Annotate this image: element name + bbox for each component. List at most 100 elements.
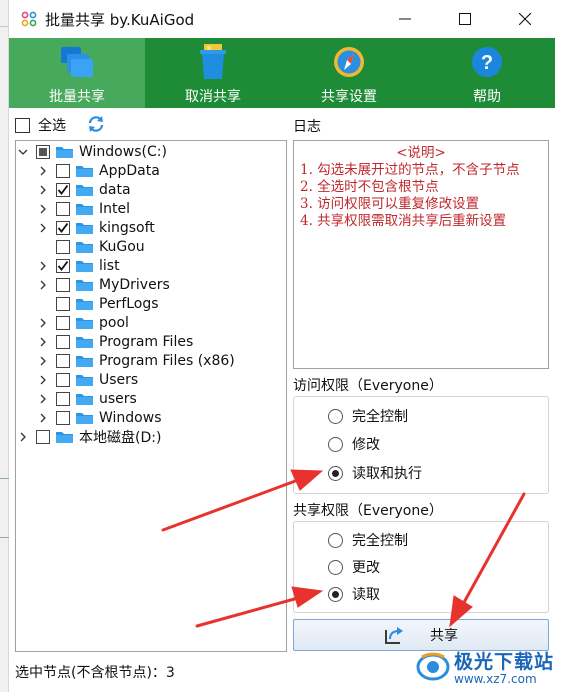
node-checkbox[interactable] (56, 315, 70, 330)
close-icon (519, 13, 531, 25)
node-checkbox[interactable] (56, 334, 70, 349)
access-option-modify[interactable]: 修改 (328, 434, 380, 454)
tree-node[interactable]: users (38, 389, 137, 408)
title-bar: 批量共享 by.KuAiGod (9, 0, 564, 38)
radio-button[interactable] (328, 408, 343, 424)
refresh-icon[interactable] (87, 115, 105, 133)
tree-node[interactable]: AppData (38, 161, 160, 180)
minimize-button[interactable] (382, 0, 428, 38)
tab-batch-share[interactable]: 批量共享 (9, 38, 145, 108)
node-checkbox[interactable] (56, 391, 70, 406)
tree-node-label: Intel (99, 200, 130, 217)
watermark-url: www.xz7.com (454, 671, 537, 686)
tree-node[interactable]: 本地磁盘(D:) (18, 427, 161, 446)
tree-node[interactable]: Windows (38, 408, 162, 427)
selection-status: 选中节点(不含根节点)：3 (15, 665, 175, 681)
tree-node-label: KuGou (99, 238, 145, 255)
node-checkbox[interactable] (56, 372, 70, 387)
node-checkbox[interactable] (56, 296, 70, 311)
share-option-read[interactable]: 读取 (328, 584, 380, 604)
tree-node-label: 本地磁盘(D:) (79, 429, 162, 446)
node-checkbox[interactable] (56, 353, 70, 368)
node-checkbox[interactable] (56, 277, 70, 292)
tree-node[interactable]: KuGou (38, 237, 145, 256)
chevron-right-icon[interactable] (38, 223, 48, 233)
node-checkbox[interactable] (56, 182, 70, 197)
chevron-right-icon[interactable] (38, 413, 48, 423)
main-toolbar: 批量共享 取消共享 共享设置 ? 帮助 (9, 38, 555, 108)
access-option-read-execute[interactable]: 读取和执行 (328, 463, 422, 483)
node-checkbox[interactable] (56, 201, 70, 216)
tree-node[interactable]: Intel (38, 199, 130, 218)
radio-button[interactable] (328, 532, 343, 548)
maximize-icon (459, 13, 471, 25)
tab-help[interactable]: ? 帮助 (419, 38, 555, 108)
share-permission-title: 共享权限（Everyone） (293, 503, 443, 519)
radio-button[interactable] (328, 559, 343, 575)
tree-node[interactable]: Users (38, 370, 138, 389)
tree-node[interactable]: data (38, 180, 131, 199)
tab-cancel-share[interactable]: 取消共享 (145, 38, 281, 108)
chevron-right-icon[interactable] (38, 337, 48, 347)
tree-node-label: Program Files (x86) (99, 352, 235, 369)
access-option-full-control[interactable]: 完全控制 (328, 406, 408, 426)
node-checkbox[interactable] (56, 220, 70, 235)
tree-node[interactable]: Windows(C:) (18, 142, 167, 161)
tree-node[interactable]: PerfLogs (38, 294, 159, 313)
chevron-right-icon[interactable] (38, 356, 48, 366)
folder-icon (76, 373, 94, 387)
option-label: 读取和执行 (352, 466, 422, 482)
log-line: 4. 共享权限需取消共享后重新设置 (300, 213, 507, 229)
tree-node[interactable]: kingsoft (38, 218, 155, 237)
node-checkbox[interactable] (56, 410, 70, 425)
folder-icon (76, 240, 94, 254)
tree-node[interactable]: MyDrivers (38, 275, 170, 294)
log-line: 1. 勾选未展开过的节点，不含子节点 (300, 162, 520, 178)
svg-text:?: ? (481, 52, 493, 74)
share-option-full-control[interactable]: 完全控制 (328, 530, 408, 550)
chevron-down-icon[interactable] (18, 147, 28, 157)
chevron-right-icon[interactable] (18, 432, 28, 442)
tree-node-label: pool (99, 314, 129, 331)
node-checkbox[interactable] (56, 258, 70, 273)
chevron-right-icon[interactable] (38, 375, 48, 385)
chevron-right-icon[interactable] (38, 166, 48, 176)
radio-button-selected[interactable] (328, 465, 343, 481)
folder-tree[interactable]: Windows(C:) AppData data Intel kingsoft KuGou… (15, 140, 287, 652)
radio-button[interactable] (328, 436, 343, 452)
tree-node-label: kingsoft (99, 219, 155, 236)
folder-icon (56, 430, 74, 444)
option-label: 完全控制 (352, 409, 408, 425)
chevron-right-icon[interactable] (38, 204, 48, 214)
chevron-right-icon[interactable] (38, 318, 48, 328)
tab-share-settings[interactable]: 共享设置 (281, 38, 417, 108)
maximize-button[interactable] (442, 0, 488, 38)
folder-icon (76, 202, 94, 216)
share-option-change[interactable]: 更改 (328, 557, 380, 577)
node-checkbox[interactable] (56, 163, 70, 178)
node-checkbox[interactable] (36, 429, 50, 444)
folder-icon (76, 278, 94, 292)
tree-node[interactable]: pool (38, 313, 129, 332)
option-label: 完全控制 (352, 533, 408, 549)
chevron-right-icon[interactable] (38, 280, 48, 290)
log-panel: <说明> 1. 勾选未展开过的节点，不含子节点 2. 全选时不包含根节点 3. … (293, 140, 549, 369)
folder-icon (76, 259, 94, 273)
chevron-right-icon[interactable] (38, 261, 48, 271)
radio-button-selected[interactable] (328, 586, 343, 602)
tree-node[interactable]: list (38, 256, 120, 275)
node-checkbox[interactable] (56, 239, 70, 254)
select-all-checkbox[interactable] (15, 117, 30, 133)
node-checkbox[interactable] (36, 144, 50, 159)
close-button[interactable] (502, 0, 548, 38)
tree-node[interactable]: Program Files (38, 332, 193, 351)
window-title: 批量共享 by.KuAiGod (45, 11, 195, 29)
folder-icon (76, 335, 94, 349)
access-permission-group: 完全控制 修改 读取和执行 (293, 396, 549, 494)
select-all-row[interactable]: 全选 (15, 114, 66, 136)
tree-node[interactable]: Program Files (x86) (38, 351, 235, 370)
folders-icon (59, 44, 95, 80)
chevron-right-icon[interactable] (38, 185, 48, 195)
chevron-right-icon[interactable] (38, 394, 48, 404)
